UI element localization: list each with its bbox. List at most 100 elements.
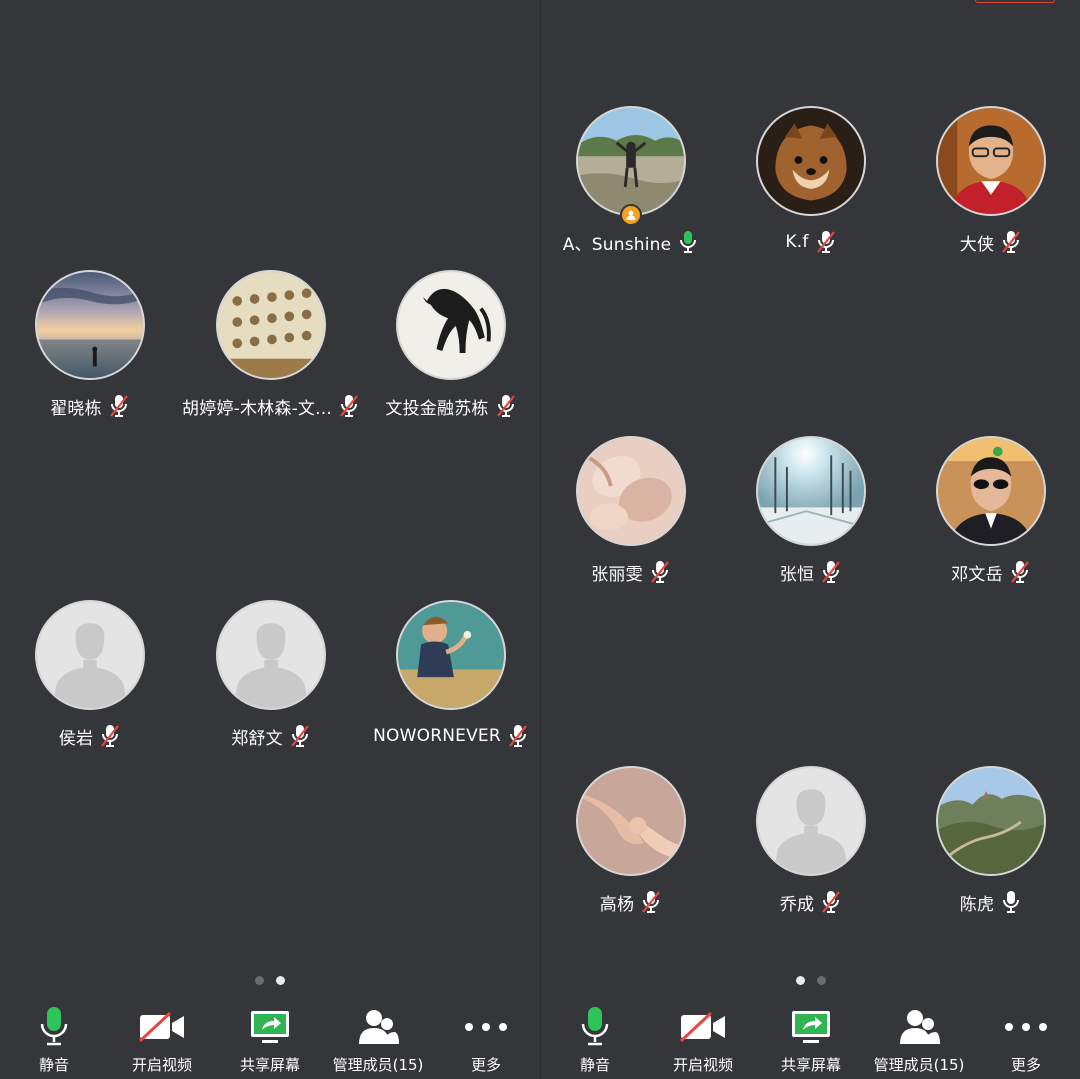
ink-horse-avatar [396,270,506,380]
more-dots-icon [1001,1006,1051,1048]
pomeranian-dog-avatar [756,106,866,216]
members-icon [353,1006,403,1048]
participant-name: 侯岩 [58,728,94,749]
mic-muted-icon[interactable] [815,229,837,255]
mic-active-icon [29,1006,79,1048]
mute-label: 静音 [579,1056,610,1074]
video-off-icon [137,1006,187,1048]
participant-tile[interactable]: 张恒 [721,436,901,596]
mountain-landscape-avatar [576,106,686,216]
mic-muted-icon[interactable] [820,889,842,915]
meeting-toolbar: 静音 开启视频 共享屏幕 管理成员(15) 更多 [0,1000,540,1079]
holding-hands-avatar [576,766,686,876]
participant-name: 邓文岳 [951,564,1003,585]
more-label: 更多 [470,1056,501,1074]
share-screen-label: 共享屏幕 [239,1056,300,1074]
page-dot[interactable] [816,976,826,985]
participant-name: 高杨 [599,894,635,915]
participant-name: 翟晓栋 [50,398,102,419]
participant-name: 张丽雯 [591,564,643,585]
share-screen-button[interactable]: 共享屏幕 [757,1000,865,1079]
mic-muted-icon[interactable] [495,393,517,419]
default-avatar [216,600,326,710]
mic-muted-icon[interactable] [649,559,671,585]
participant-name: 乔成 [779,894,815,915]
participant-name: A、Sunshine [562,234,672,255]
page-indicator [0,976,540,985]
mic-icon[interactable] [1000,889,1022,915]
participant-name: NOWORNEVER [373,726,501,746]
man-sunglasses-avatar [936,436,1046,546]
great-wall-avatar [936,766,1046,876]
more-label: 更多 [1010,1056,1041,1074]
man-glasses-avatar [936,106,1046,216]
mic-muted-icon[interactable] [289,723,311,749]
participant-name: 张恒 [779,564,815,585]
winter-sun-avatar [756,436,866,546]
plush-bunny-avatar [576,436,686,546]
share-screen-button[interactable]: 共享屏幕 [216,1000,324,1079]
participant-tile[interactable]: 翟晓栋 [0,270,180,430]
participant-tile[interactable]: 郑舒文 [181,600,361,760]
participant-tile[interactable]: 张丽雯 [541,436,721,596]
mic-muted-icon[interactable] [1000,229,1022,255]
participant-name: 文投金融苏栋 [385,398,489,419]
more-dots-icon [461,1006,511,1048]
participant-tile[interactable]: 乔成 [721,766,901,926]
mic-active-icon [570,1006,620,1048]
host-icon [620,204,642,226]
default-avatar [35,600,145,710]
more-button[interactable]: 更多 [972,1000,1080,1079]
participant-tile[interactable]: 高杨 [541,766,721,926]
default-avatar [756,766,866,876]
members-icon [894,1006,944,1048]
share-screen-label: 共享屏幕 [780,1056,841,1074]
right-meeting-screen: A、Sunshine K.f 大侠 张丽雯 张恒 邓文岳 高杨 乔成 陈虎 静音… [541,0,1080,1079]
participant-tile-host[interactable]: A、Sunshine [541,106,721,266]
participant-tile[interactable]: K.f [721,106,901,266]
mic-muted-icon[interactable] [108,393,130,419]
mic-speaking-icon[interactable] [677,229,699,255]
participant-name: K.f [785,232,809,252]
manage-members-button[interactable]: 管理成员(15) [324,1000,432,1079]
mute-button[interactable]: 静音 [0,1000,108,1079]
meeting-toolbar: 静音 开启视频 共享屏幕 管理成员(15) 更多 [541,1000,1080,1079]
start-video-label: 开启视频 [672,1056,733,1074]
participant-tile[interactable]: 大侠 [901,106,1080,266]
mic-muted-icon[interactable] [99,723,121,749]
mic-muted-icon[interactable] [820,559,842,585]
more-button[interactable]: 更多 [432,1000,540,1079]
sunset-beach-avatar [35,270,145,380]
mic-muted-icon[interactable] [1009,559,1031,585]
page-indicator [541,976,1080,985]
page-dot-active[interactable] [276,976,285,985]
participant-name: 胡婷婷-木林森-文... [182,398,332,419]
start-video-label: 开启视频 [131,1056,192,1074]
mic-muted-icon[interactable] [507,723,529,749]
share-screen-icon [245,1006,295,1048]
participant-tile[interactable]: 胡婷婷-木林森-文... [181,270,361,430]
page-dot[interactable] [255,976,264,985]
share-screen-icon [786,1006,836,1048]
left-meeting-screen: 翟晓栋 胡婷婷-木林森-文... 文投金融苏栋 侯岩 郑舒文 NOWORNEVE… [0,0,540,1079]
participant-name: 郑舒文 [231,728,283,749]
video-off-icon [678,1006,728,1048]
manage-members-label: 管理成员(15) [332,1056,424,1074]
mute-button[interactable]: 静音 [541,1000,649,1079]
manage-members-button[interactable]: 管理成员(15) [865,1000,973,1079]
page-dot-active[interactable] [795,976,805,985]
mute-label: 静音 [38,1056,69,1074]
calligraphy-wall-avatar [216,270,326,380]
participant-tile[interactable]: 侯岩 [0,600,180,760]
child-painting-avatar [396,600,506,710]
participant-tile[interactable]: 文投金融苏栋 [361,270,540,430]
mic-muted-icon[interactable] [640,889,662,915]
participant-tile[interactable]: 邓文岳 [901,436,1080,596]
participant-name: 陈虎 [959,894,995,915]
start-video-button[interactable]: 开启视频 [649,1000,757,1079]
mic-muted-icon[interactable] [338,393,360,419]
start-video-button[interactable]: 开启视频 [108,1000,216,1079]
participant-tile[interactable]: NOWORNEVER [361,600,540,760]
participant-tile[interactable]: 陈虎 [901,766,1080,926]
participant-name: 大侠 [959,234,995,255]
